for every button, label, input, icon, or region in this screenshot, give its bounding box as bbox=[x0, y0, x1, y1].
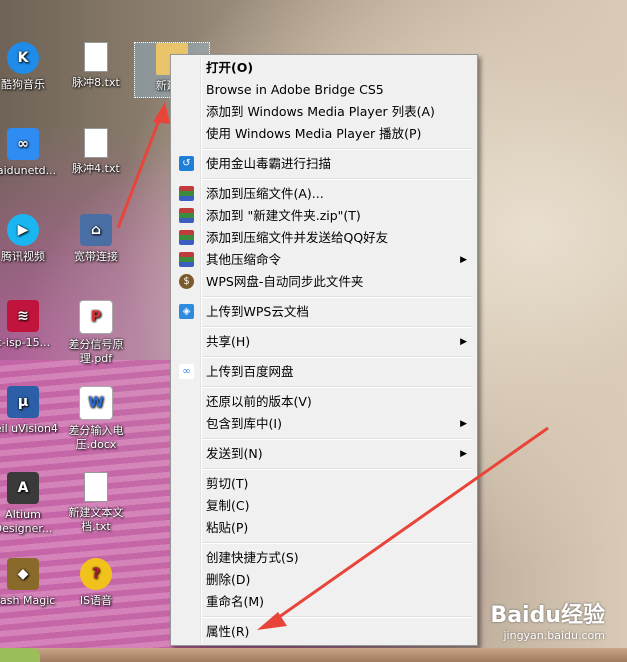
arrowhead-icon bbox=[153, 102, 170, 124]
annotation-arrow-properties bbox=[271, 426, 549, 624]
watermark-brand: Baidu经验 bbox=[490, 603, 605, 628]
watermark-url: jingyan.baidu.com bbox=[503, 629, 605, 642]
start-button[interactable] bbox=[0, 648, 40, 662]
annotation-arrows bbox=[116, 102, 549, 630]
taskbar bbox=[0, 648, 627, 662]
annotation-arrow-folder bbox=[116, 111, 164, 229]
baidu-watermark: Baidu经验 jingyan.baidu.com bbox=[490, 597, 605, 642]
